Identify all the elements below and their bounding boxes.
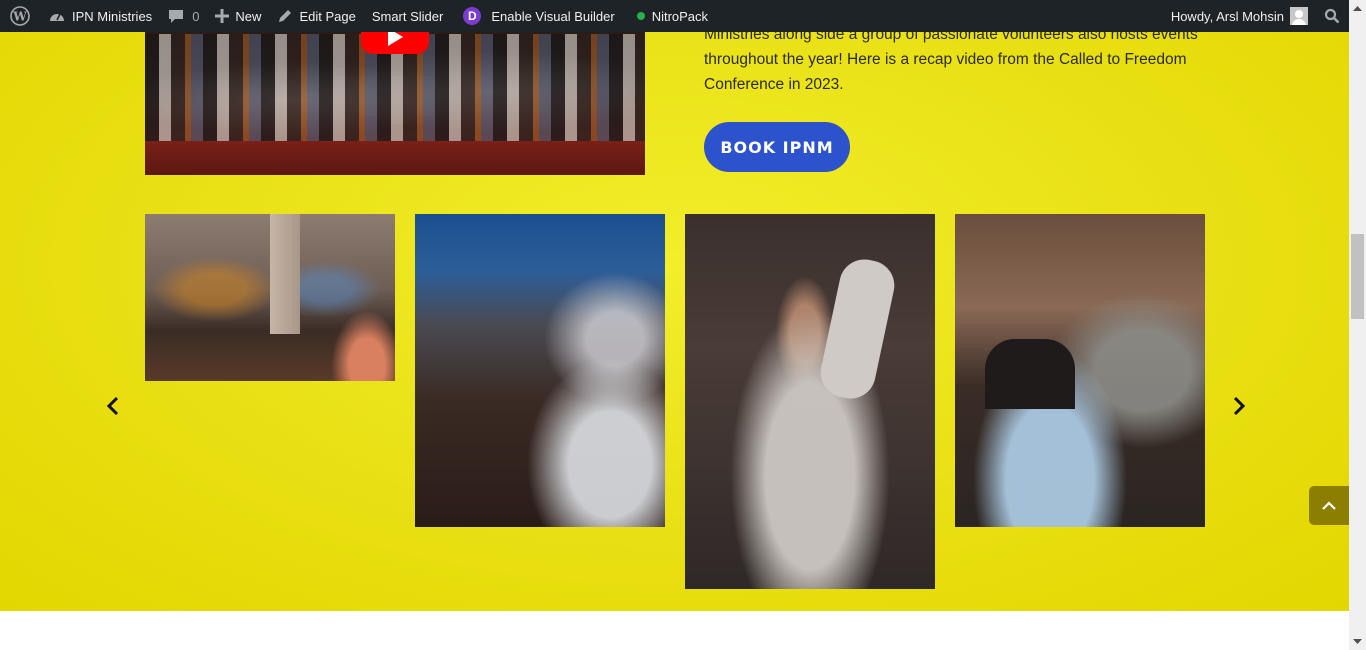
arrow-up-icon [1353, 6, 1362, 11]
admin-search-button[interactable] [1316, 0, 1348, 32]
wp-admin-bar: W IPN Ministries 0 New Edit Page Smart S… [0, 0, 1366, 32]
chevron-right-icon [1233, 396, 1246, 416]
status-dot-icon [636, 12, 645, 20]
photo-detail [325, 301, 395, 381]
comments-count: 0 [192, 8, 200, 24]
gallery-photo[interactable] [145, 214, 395, 381]
chevron-up-icon [1322, 500, 1336, 510]
smart-slider-menu[interactable]: Smart Slider [364, 0, 452, 32]
wordpress-logo-icon: W [10, 6, 30, 26]
user-avatar [1290, 7, 1308, 25]
video-thumbnail-floor [145, 141, 645, 175]
dashboard-gauge-icon [48, 8, 66, 24]
divi-logo-icon: D [463, 7, 482, 25]
site-name: IPN Ministries [72, 8, 153, 24]
edit-page-link[interactable]: Edit Page [269, 0, 363, 32]
visual-builder-label: Enable Visual Builder [491, 8, 615, 24]
gallery-photo[interactable] [685, 214, 935, 589]
photo-detail [270, 214, 300, 334]
photo-detail [816, 254, 899, 404]
gallery-photo[interactable] [955, 214, 1205, 527]
new-label: New [235, 8, 262, 24]
enable-visual-builder-link[interactable]: D Enable Visual Builder [455, 0, 622, 32]
plus-icon [215, 9, 230, 23]
recap-video-embed[interactable] [145, 24, 645, 175]
events-description: Ministries along side a group of passion… [704, 22, 1214, 97]
description-line: Conference in 2023. [704, 76, 844, 93]
nitropack-menu[interactable]: NitroPack [629, 0, 716, 32]
scrollbar-thumb[interactable] [1351, 234, 1364, 319]
chevron-left-icon [106, 396, 119, 416]
slider-prev-button[interactable] [101, 394, 125, 418]
gallery-photo[interactable] [415, 214, 665, 527]
smart-slider-label: Smart Slider [371, 8, 444, 24]
photo-gallery-slider [0, 214, 1349, 594]
pencil-icon [277, 8, 293, 24]
comment-bubble-icon [168, 8, 184, 24]
howdy-label: Howdy, Arsl Mohsin [1170, 8, 1284, 24]
events-section: Ministries along side a group of passion… [0, 24, 1349, 611]
page-scrollbar[interactable] [1349, 0, 1366, 650]
arrow-down-icon [1353, 639, 1362, 644]
comments-menu[interactable]: 0 [160, 0, 207, 32]
nitropack-label: NitroPack [651, 8, 709, 24]
book-ipnm-button[interactable]: BOOK IPNM [704, 122, 850, 172]
wp-logo-menu[interactable]: W [0, 0, 40, 32]
new-content-menu[interactable]: New [207, 0, 269, 32]
slider-next-button[interactable] [1227, 394, 1251, 418]
back-to-top-button[interactable] [1309, 486, 1349, 525]
description-line: throughout the year! Here is a recap vid… [704, 51, 1187, 68]
site-name-menu[interactable]: IPN Ministries [40, 0, 160, 32]
edit-page-label: Edit Page [299, 8, 356, 24]
svg-text:W: W [12, 10, 27, 24]
scroll-down-button[interactable] [1349, 633, 1366, 650]
scroll-up-button[interactable] [1349, 0, 1366, 17]
search-icon [1324, 8, 1340, 24]
photo-detail [985, 339, 1075, 409]
my-account-menu[interactable]: Howdy, Arsl Mohsin [1163, 0, 1316, 32]
